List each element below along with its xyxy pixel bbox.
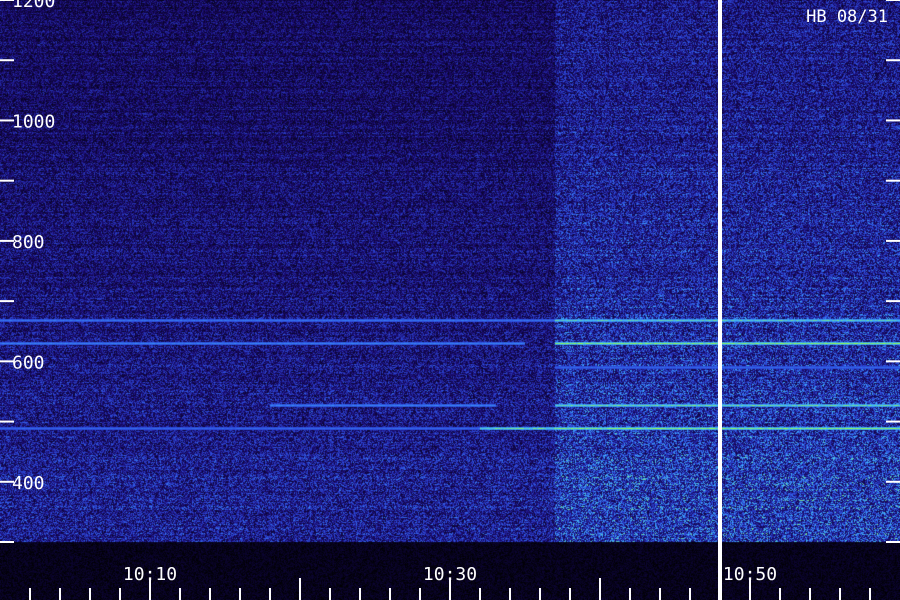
y-tick-label: 1000: [12, 111, 55, 132]
spectrogram-panel: 1200 1000 800 600 400 10:10 10:30 10:50 HB 08/…: [0, 0, 900, 600]
x-tick-label: 10:10: [123, 564, 177, 585]
y-axis: 1200 1000 800 600 400: [0, 0, 900, 543]
x-tick-label: 10:50: [723, 564, 777, 585]
time-marker-line: [718, 0, 722, 600]
y-tick-label: 400: [12, 473, 45, 494]
station-label: HB 08/31: [806, 7, 888, 27]
y-tick-label: 800: [12, 232, 45, 253]
x-axis: 10:10 10:30 10:50: [29, 564, 871, 600]
y-tick-label: 600: [12, 352, 45, 373]
y-tick-label: 1200: [12, 0, 55, 12]
chart-overlay: 1200 1000 800 600 400 10:10 10:30 10:50 HB 08/…: [0, 0, 900, 600]
x-tick-label: 10:30: [423, 564, 477, 585]
